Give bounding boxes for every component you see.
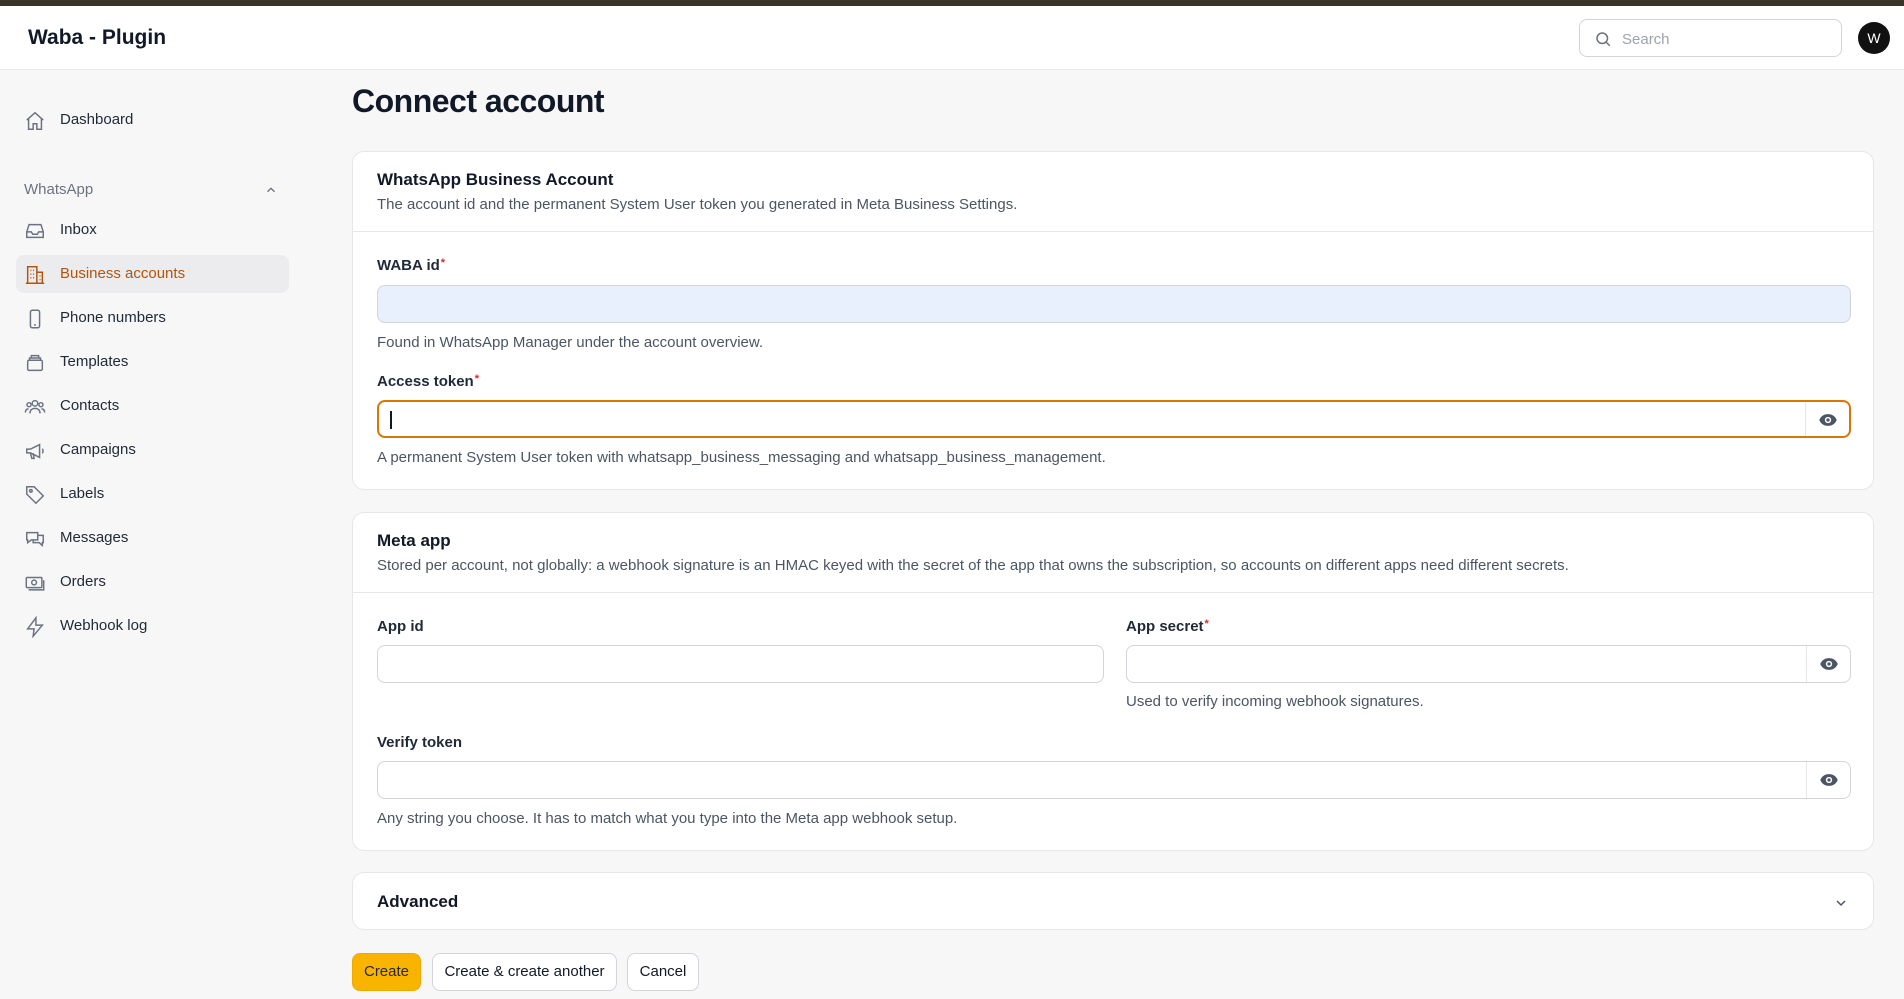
access-token-label-text: Access token	[377, 373, 474, 390]
sidebar-item-label: Messages	[60, 529, 129, 546]
search-input[interactable]	[1622, 28, 1832, 50]
app-id-field[interactable]	[377, 645, 1104, 683]
section-description: The account id and the permanent System …	[377, 196, 1018, 213]
eye-icon	[1820, 774, 1838, 786]
toggle-visibility-button[interactable]	[1806, 762, 1850, 798]
home-icon	[26, 111, 44, 130]
app-secret-field[interactable]	[1126, 645, 1851, 683]
required-marker: *	[440, 257, 446, 269]
tag-icon	[26, 486, 45, 505]
section-title: Meta app	[377, 531, 451, 550]
waba-section: WhatsApp Business Account The account id…	[352, 151, 1874, 490]
waba-id-label-text: WABA id	[377, 257, 440, 274]
sidebar-item-label: Inbox	[60, 221, 97, 238]
section-description: Stored per account, not globally: a webh…	[377, 557, 1569, 574]
waba-id-hint: Found in WhatsApp Manager under the acco…	[377, 334, 764, 351]
toggle-visibility-button[interactable]	[1806, 646, 1850, 682]
sidebar-item-contacts[interactable]: Contacts	[16, 387, 289, 425]
sidebar-item-orders[interactable]: Orders	[16, 563, 289, 601]
verify-token-label: Verify token	[377, 734, 463, 751]
stack-icon	[26, 354, 44, 372]
inbox-icon	[26, 223, 44, 239]
bolt-icon	[26, 616, 44, 638]
sidebar-item-phone-numbers[interactable]: Phone numbers	[16, 299, 289, 337]
waba-section-header: WhatsApp Business Account The account id…	[353, 152, 1873, 232]
search-icon	[1596, 32, 1611, 47]
building-icon	[25, 266, 45, 284]
sidebar-item-label: Phone numbers	[60, 309, 166, 326]
global-search[interactable]	[1579, 19, 1842, 57]
meta-app-section: Meta app Stored per account, not globall…	[352, 512, 1874, 851]
sidebar-item-dashboard[interactable]: Dashboard	[16, 101, 289, 139]
required-marker: *	[474, 373, 479, 385]
advanced-title[interactable]: Advanced	[377, 892, 458, 912]
required-marker: *	[1204, 618, 1209, 630]
sidebar-item-label: Orders	[60, 573, 106, 590]
access-token-input[interactable]	[389, 410, 1789, 432]
phone-icon	[29, 309, 41, 329]
sidebar-item-webhook-log[interactable]: Webhook log	[16, 607, 289, 645]
app-secret-input[interactable]	[1137, 654, 1797, 676]
chevron-up-icon[interactable]	[264, 183, 278, 197]
app-title[interactable]: Waba - Plugin	[28, 26, 166, 50]
top-bar: Waba - Plugin W	[0, 6, 1904, 70]
sidebar-item-templates[interactable]: Templates	[16, 343, 289, 381]
sidebar-item-label: Contacts	[60, 397, 120, 414]
sidebar-item-campaigns[interactable]: Campaigns	[16, 431, 289, 469]
megaphone-icon	[26, 443, 44, 460]
verify-token-hint: Any string you choose. It has to match w…	[377, 810, 958, 827]
app-id-label: App id	[377, 618, 424, 635]
sidebar-item-messages[interactable]: Messages	[16, 519, 289, 557]
sidebar-item-label: Templates	[60, 353, 129, 370]
sidebar: Dashboard WhatsApp Inbox Business accoun…	[0, 71, 310, 999]
page-title: Connect account	[352, 83, 605, 119]
advanced-section[interactable]: Advanced	[352, 872, 1874, 930]
cash-icon	[25, 576, 45, 591]
access-token-label: Access token*	[377, 373, 479, 390]
waba-id-label: WABA id*	[377, 257, 445, 274]
section-title: WhatsApp Business Account	[377, 170, 614, 189]
sidebar-item-business-accounts[interactable]: Business accounts	[16, 255, 289, 293]
app-secret-hint: Used to verify incoming webhook signatur…	[1126, 693, 1424, 710]
sidebar-item-label: Business accounts	[60, 265, 186, 282]
cancel-button[interactable]: Cancel	[627, 953, 699, 991]
toggle-visibility-button[interactable]	[1805, 402, 1849, 436]
app-secret-label: App secret*	[1126, 618, 1209, 635]
sidebar-item-label: Dashboard	[60, 111, 134, 128]
waba-id-input[interactable]	[388, 294, 1838, 316]
create-another-button[interactable]: Create & create another	[432, 953, 617, 991]
chevron-down-icon[interactable]	[1833, 895, 1849, 911]
verify-token-field[interactable]	[377, 761, 1851, 799]
sidebar-group-whatsapp[interactable]: WhatsApp	[24, 181, 93, 198]
app-secret-label-text: App secret	[1126, 618, 1204, 635]
sidebar-item-label: Webhook log	[60, 617, 148, 634]
eye-icon	[1819, 414, 1837, 426]
waba-id-field[interactable]	[377, 285, 1851, 323]
chat-icon	[26, 531, 44, 548]
app-id-input[interactable]	[388, 654, 1088, 676]
sidebar-item-inbox[interactable]: Inbox	[16, 211, 289, 249]
users-icon	[24, 399, 46, 414]
sidebar-item-label: Labels	[60, 485, 105, 502]
user-avatar[interactable]: W	[1858, 22, 1890, 54]
eye-icon	[1820, 658, 1838, 670]
access-token-field[interactable]	[377, 400, 1851, 438]
sidebar-item-labels[interactable]: Labels	[16, 475, 289, 513]
sidebar-item-label: Campaigns	[60, 441, 136, 458]
access-token-hint: A permanent System User token with whats…	[377, 449, 1106, 466]
verify-token-input[interactable]	[388, 770, 1788, 792]
create-button[interactable]: Create	[352, 953, 421, 991]
meta-app-section-header: Meta app Stored per account, not globall…	[353, 513, 1873, 593]
